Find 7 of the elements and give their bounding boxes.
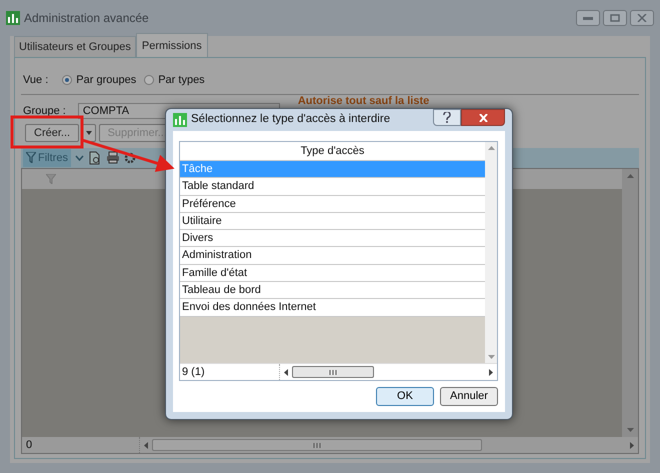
row-count: 9 (1) — [180, 364, 280, 380]
view-label: Vue : — [23, 72, 48, 88]
group-label: Groupe : — [23, 104, 66, 119]
dialog-title: Sélectionnez le type d'accès à interdire — [191, 112, 390, 128]
row-count: 0 — [22, 436, 140, 454]
window-title: Administration avancée — [24, 10, 149, 27]
rule-note: Autorise tout sauf la liste — [298, 94, 430, 109]
